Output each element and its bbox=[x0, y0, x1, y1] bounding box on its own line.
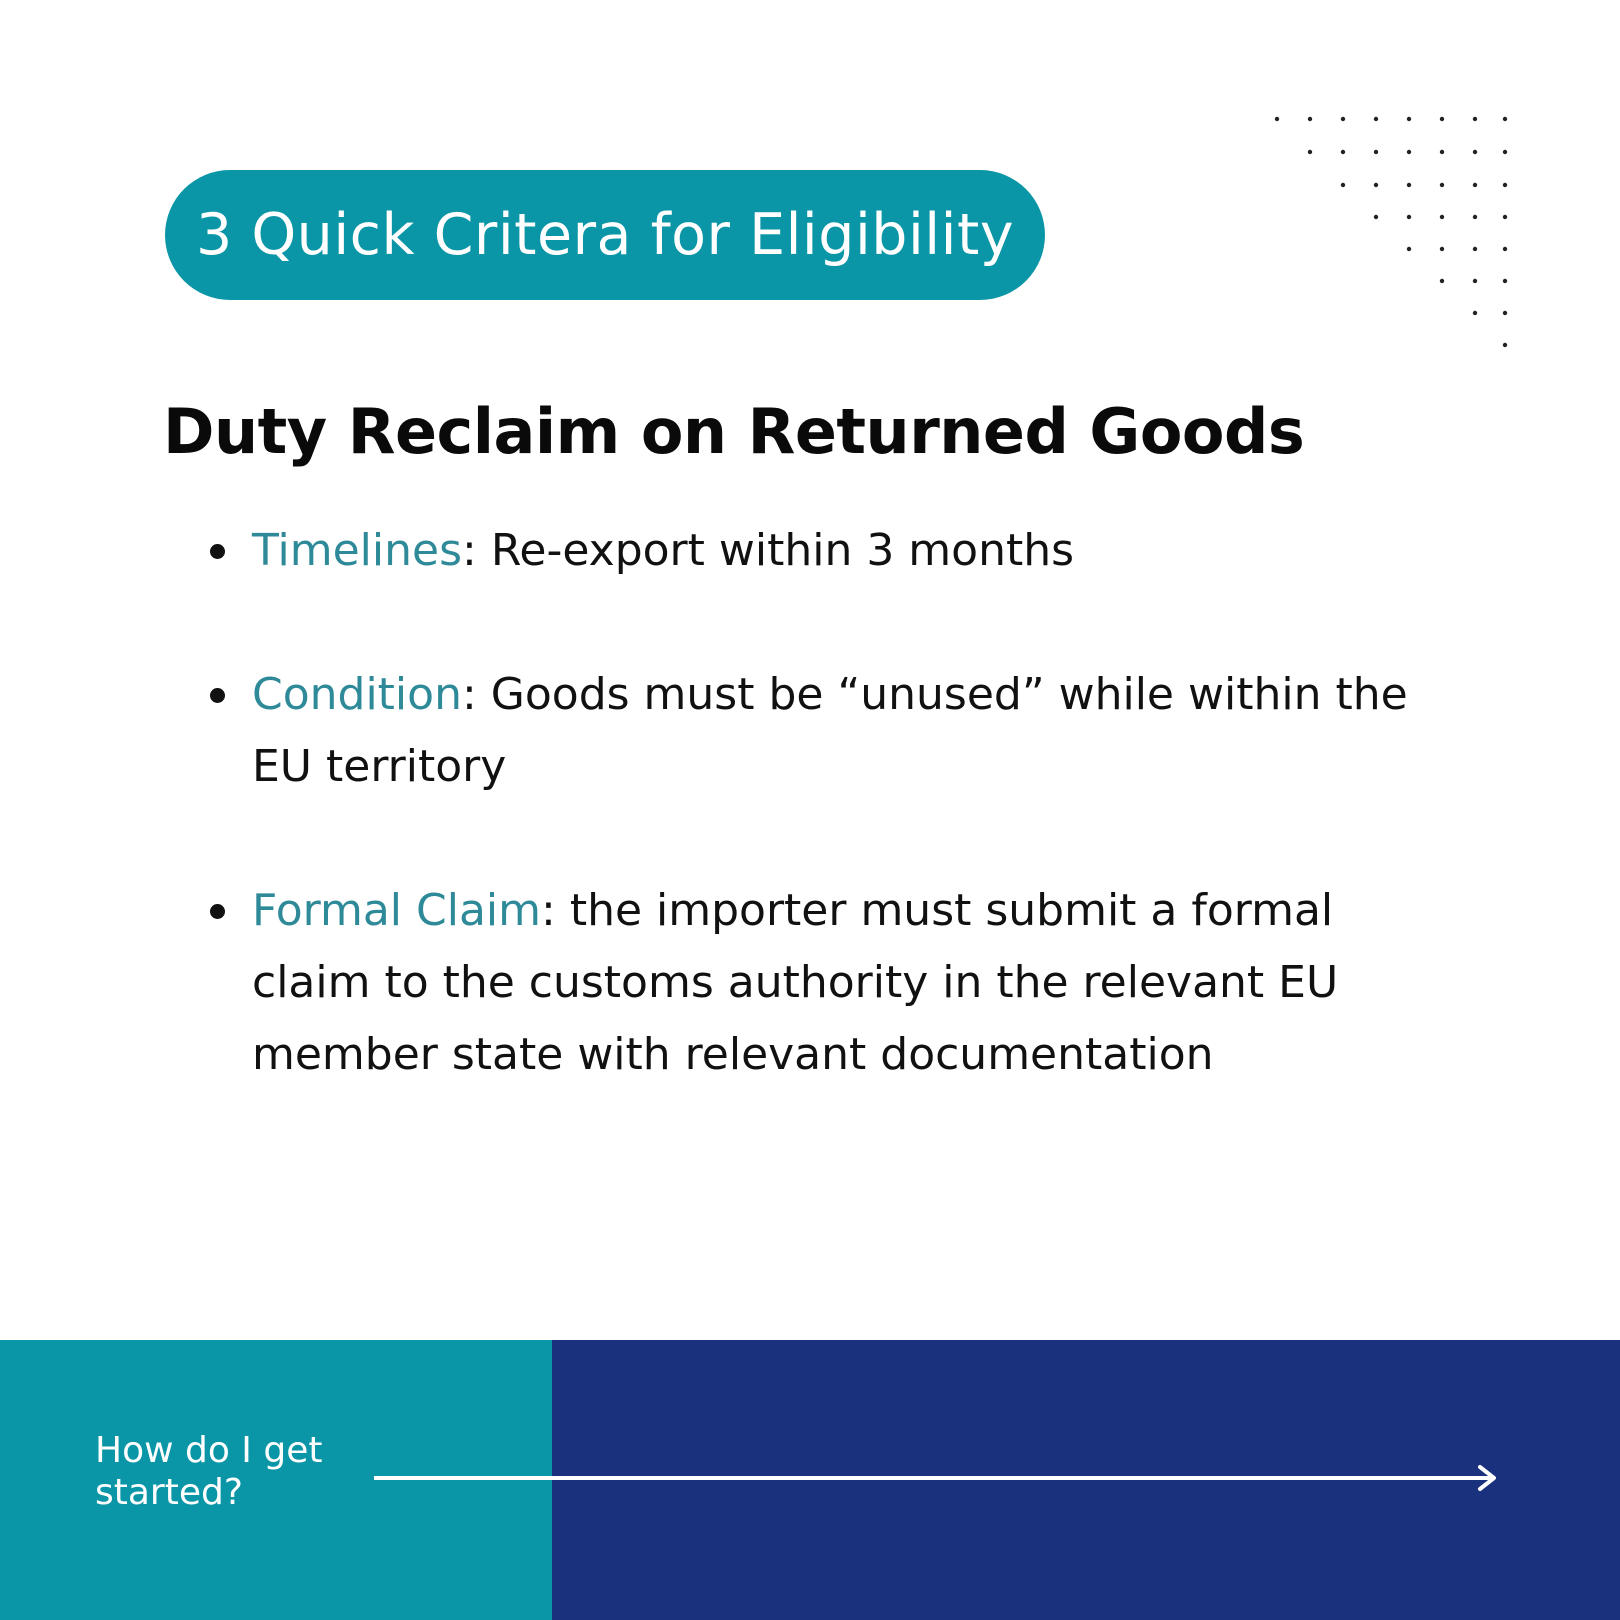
arrow-right-icon[interactable] bbox=[374, 1462, 1500, 1494]
dot-grid-icon bbox=[1274, 116, 1508, 348]
bullet-icon bbox=[210, 904, 225, 919]
criteria-key: Formal Claim bbox=[252, 885, 542, 936]
criteria-list: Timelines: Re-export within 3 months Con… bbox=[210, 515, 1430, 1163]
page-title: Duty Reclaim on Returned Goods bbox=[163, 395, 1305, 468]
list-item: Timelines: Re-export within 3 months bbox=[210, 515, 1430, 587]
cta-text[interactable]: How do I get started? bbox=[95, 1430, 355, 1514]
criteria-key: Condition bbox=[252, 669, 462, 720]
bullet-icon bbox=[210, 688, 225, 703]
list-item: Formal Claim: the importer must submit a… bbox=[210, 875, 1430, 1091]
criteria-key: Timelines bbox=[252, 525, 463, 576]
bullet-icon bbox=[210, 544, 225, 559]
header-badge: 3 Quick Critera for Eligibility bbox=[165, 170, 1045, 300]
header-badge-label: 3 Quick Critera for Eligibility bbox=[195, 202, 1015, 268]
list-item: Condition: Goods must be “unused” while … bbox=[210, 659, 1430, 803]
criteria-text: : Re-export within 3 months bbox=[462, 525, 1075, 576]
